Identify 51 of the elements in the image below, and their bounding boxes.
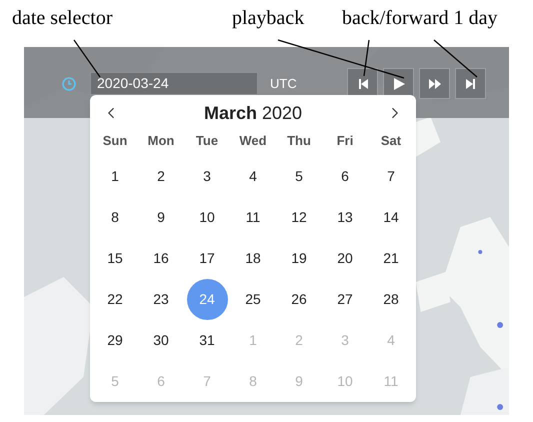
day-cell[interactable]: 29 <box>94 320 136 361</box>
day-cell[interactable]: 28 <box>370 279 412 320</box>
date-field[interactable]: 2020-03-24 <box>90 72 258 95</box>
weekday-label: Sat <box>380 132 402 150</box>
leader-line <box>434 40 478 78</box>
day-cell[interactable]: 19 <box>278 238 320 279</box>
fast-forward-icon <box>428 76 442 90</box>
day-cell[interactable]: 5 <box>278 156 320 197</box>
day-cell[interactable]: 31 <box>186 320 228 361</box>
weekday-label: Sun <box>102 132 128 150</box>
day-cell[interactable]: 26 <box>278 279 320 320</box>
weekday-label: Mon <box>148 132 174 150</box>
play-icon <box>392 76 406 90</box>
day-cell[interactable]: 8 <box>94 197 136 238</box>
timezone-label: UTC <box>270 74 297 93</box>
weekday-label: Tue <box>196 132 218 150</box>
day-cell[interactable]: 18 <box>232 238 274 279</box>
day-cell[interactable]: 2 <box>140 156 182 197</box>
day-cell[interactable]: 30 <box>140 320 182 361</box>
day-cell[interactable]: 6 <box>324 156 366 197</box>
day-cell[interactable]: 16 <box>140 238 182 279</box>
day-cell[interactable]: 1 <box>94 156 136 197</box>
day-cell[interactable]: 14 <box>370 197 412 238</box>
leader-line <box>74 40 100 78</box>
day-cell[interactable]: 11 <box>232 197 274 238</box>
day-cell[interactable]: 13 <box>324 197 366 238</box>
day-cell[interactable]: 27 <box>324 279 366 320</box>
skip-forward-icon <box>464 76 478 90</box>
day-cell[interactable]: 7 <box>370 156 412 197</box>
annotation-label: date selector <box>12 6 112 30</box>
day-cell[interactable]: 12 <box>278 197 320 238</box>
day-cell[interactable]: 3 <box>186 156 228 197</box>
annotation-label: playback <box>232 6 304 30</box>
weekday-label: Thu <box>287 132 311 150</box>
weekday-label: Wed <box>239 132 267 150</box>
fast-forward-button[interactable] <box>419 68 450 99</box>
day-cell[interactable]: 20 <box>324 238 366 279</box>
day-cell[interactable]: 25 <box>232 279 274 320</box>
clock-icon <box>62 76 76 90</box>
day-cell[interactable]: 4 <box>232 156 274 197</box>
day-cell[interactable]: 23 <box>140 279 182 320</box>
day-cell[interactable]: 15 <box>94 238 136 279</box>
weekday-label: Fri <box>336 132 354 150</box>
annotation-label: back/forward 1 day <box>342 6 498 30</box>
day-cell[interactable]: 9 <box>140 197 182 238</box>
day-cell[interactable]: 22 <box>94 279 136 320</box>
day-cell[interactable]: 10 <box>186 197 228 238</box>
step-forward-button[interactable] <box>455 68 486 99</box>
day-cell[interactable]: 21 <box>370 238 412 279</box>
month-title: March 2020 <box>204 102 302 124</box>
day-cell[interactable]: 17 <box>186 238 228 279</box>
